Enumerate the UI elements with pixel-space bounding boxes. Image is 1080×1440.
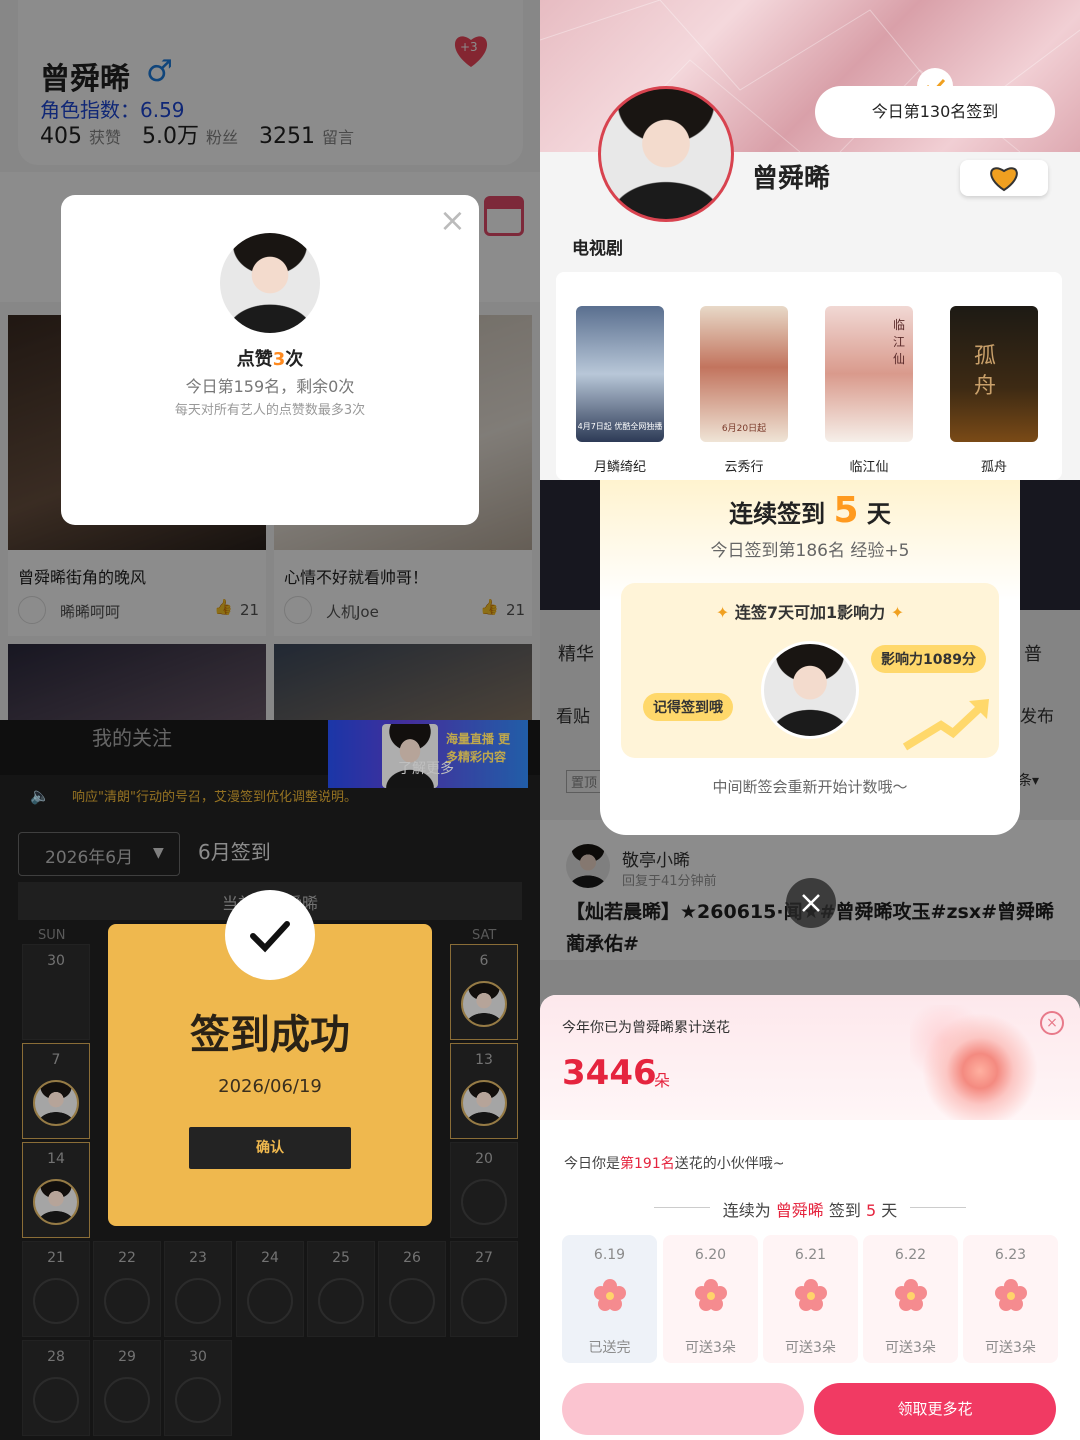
bonus-card: ✦ 连签7天可加1影响力 ✦ 记得签到哦 影响力1089分: [621, 583, 999, 758]
drama-title[interactable]: 云秀行: [694, 456, 794, 475]
streak-line-text: 天: [881, 1201, 898, 1220]
poster-caption: 临江仙: [893, 318, 906, 366]
artist-name: 曾舜晞: [752, 164, 831, 194]
like-count-title: 点赞3次: [61, 345, 479, 371]
streak-line-days: 5: [866, 1201, 877, 1220]
reminder-bubble: 记得签到哦: [643, 693, 733, 721]
streak-modal: 连续签到 5 天 今日签到第186名 经验+5 ✦ 连签7天可加1影响力 ✦ 记…: [600, 480, 1020, 835]
drama-title[interactable]: 月鳞绮纪: [570, 456, 670, 475]
checkmark-icon: [250, 921, 290, 953]
drama-poster-4[interactable]: 孤舟: [950, 306, 1038, 442]
poster-caption: 6月20日起: [721, 424, 767, 434]
flower-illustration: [910, 1005, 1050, 1125]
divider: [540, 1120, 1080, 1128]
poster-caption: 孤舟: [974, 344, 997, 399]
influence-bubble: 影响力1089分: [871, 645, 986, 673]
sparkle-icon: ✦: [715, 603, 730, 622]
flower-rank: 第191名: [620, 1156, 675, 1172]
flower-icon: [895, 1279, 927, 1311]
like-limit-note: 每天对所有艺人的点赞数最多3次: [174, 403, 366, 418]
artist-drama-panel: 今日第130名签到 曾舜晞 电视剧 4月7日起 优酷全网独播 6月20日起 临江…: [540, 0, 1080, 480]
flower-unit: 朵: [654, 1071, 671, 1090]
section-title: 电视剧: [572, 239, 623, 259]
streak-line-text: 签到: [828, 1201, 861, 1220]
flower-icon: [695, 1279, 727, 1311]
close-icon[interactable]: ×: [1040, 1011, 1064, 1035]
success-check-badge: [225, 890, 315, 980]
like-modal: × 点赞3次 今日第159名，剩余0次 每天对所有艺人的点赞数最多3次: [61, 195, 479, 525]
flower-day-label: 可送3朵: [685, 1340, 736, 1356]
flower-day-date: 6.19: [593, 1247, 626, 1263]
sign-rank-pill: 今日第130名签到: [815, 86, 1055, 138]
flower-day-date: 6.21: [794, 1247, 827, 1263]
streak-line-name: 曾舜晞: [775, 1201, 824, 1220]
drama-poster-2[interactable]: 6月20日起: [700, 306, 788, 442]
flower-day-cell[interactable]: 6.19 已送完: [562, 1235, 657, 1363]
streak-days: 5: [833, 490, 859, 531]
bonus-title-row: ✦ 连签7天可加1影响力 ✦: [621, 599, 999, 623]
bonus-title: 连签7天可加1影响力: [734, 603, 886, 622]
drama-title[interactable]: 临江仙: [819, 456, 919, 475]
flower-sheet: 今年你已为曾舜晞累计送花 3446 朵 × 今日你是第191名送花的小伙伴哦~ …: [540, 995, 1080, 1440]
close-icon[interactable]: [786, 878, 836, 928]
success-title: 签到成功: [190, 1012, 350, 1058]
streak-line: 连续为 曾舜晞 签到 5 天: [540, 1197, 1080, 1221]
like-title-count: 3: [272, 349, 286, 370]
flower-day-cell[interactable]: 6.22 可送3朵: [863, 1235, 958, 1363]
flower-icon: [995, 1279, 1027, 1311]
drama-poster-1[interactable]: 4月7日起 优酷全网独播: [576, 306, 664, 442]
close-icon[interactable]: ×: [439, 201, 466, 239]
streak-line-text: 连续为: [722, 1201, 771, 1220]
trend-arrow-icon: [902, 699, 989, 751]
flower-total: 3446: [562, 1053, 657, 1093]
artist-avatar: [220, 233, 320, 333]
streak-footer-note: 中间断签会重新开始计数哦～: [712, 778, 908, 796]
confirm-button[interactable]: 确认: [189, 1127, 351, 1169]
poster-caption: 4月7日起 优酷全网独播: [577, 422, 663, 431]
like-rank-text: 今日第159名，剩余0次: [185, 377, 355, 396]
like-title-prefix: 点赞: [236, 349, 273, 370]
disabled-button[interactable]: [562, 1383, 804, 1435]
flower-day-cell[interactable]: 6.23 可送3朵: [963, 1235, 1058, 1363]
streak-suffix: 天: [866, 500, 891, 528]
streak-prefix: 连续签到: [729, 500, 826, 528]
flower-year-label: 今年你已为曾舜晞累计送花: [562, 1020, 730, 1036]
flower-day-cell[interactable]: 6.20 可送3朵: [663, 1235, 758, 1363]
flower-day-label: 可送3朵: [885, 1340, 936, 1356]
flower-day-label: 已送完: [588, 1340, 631, 1356]
success-date: 2026/06/19: [218, 1076, 322, 1097]
checkin-calendar-panel: 我的关注 了解更多 海量直播 更多精彩内容 🔈 响应"清朗"行动的号召，艾漫签到…: [0, 720, 540, 1440]
streak-subtitle: 今日签到第186名 经验+5: [710, 541, 910, 561]
flower-rank-suffix: 送花的小伙伴哦~: [674, 1156, 785, 1172]
flower-icon: [594, 1279, 626, 1311]
flower-day-label: 可送3朵: [985, 1340, 1036, 1356]
flower-day-date: 6.23: [994, 1247, 1027, 1263]
drama-title[interactable]: 孤舟: [944, 456, 1044, 475]
flower-day-label: 可送3朵: [785, 1340, 836, 1356]
streak-title: 连续签到 5 天: [600, 490, 1020, 531]
get-more-flowers-button[interactable]: 领取更多花: [814, 1383, 1056, 1435]
sparkle-icon: ✦: [890, 603, 905, 622]
artist-avatar: [598, 86, 734, 222]
flower-day-date: 6.20: [694, 1247, 727, 1263]
flower-rank-prefix: 今日你是: [564, 1156, 620, 1172]
heart-icon: [990, 167, 1018, 192]
flower-day-cell[interactable]: 6.21 可送3朵: [763, 1235, 858, 1363]
flower-rank-line: 今日你是第191名送花的小伙伴哦~: [564, 1153, 784, 1173]
artist-avatar: [761, 641, 859, 739]
flower-day-date: 6.22: [894, 1247, 927, 1263]
follow-heart-button[interactable]: [960, 160, 1048, 196]
profile-like-panel: 曾舜晞 ♂ 角色指数：6.59 405 获赞 5.0万 粉丝 3251 留言 +…: [0, 0, 540, 720]
drama-poster-3[interactable]: 临江仙: [825, 306, 913, 442]
flower-icon: [795, 1279, 827, 1311]
like-title-suffix: 次: [285, 349, 304, 370]
